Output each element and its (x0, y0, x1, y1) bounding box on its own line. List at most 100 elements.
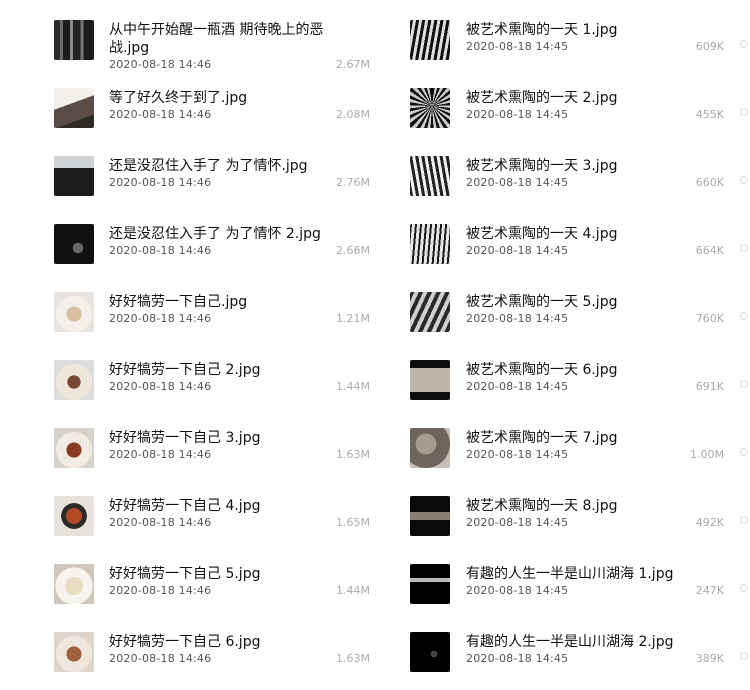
file-name[interactable]: 被艺术熏陶的一天 3.jpg (466, 157, 726, 175)
file-thumbnail[interactable] (54, 20, 94, 60)
file-size: 1.44M (336, 380, 370, 393)
file-date: 2020-08-18 14:45 (466, 108, 569, 121)
file-thumbnail[interactable] (410, 428, 450, 468)
file-name[interactable]: 有趣的人生一半是山川湖海 1.jpg (466, 565, 726, 583)
file-date: 2020-08-18 14:46 (109, 176, 212, 189)
file-row[interactable]: 等了好久终于到了.jpg 2020-08-18 14:46 2.08M (0, 86, 380, 146)
selection-indicator-icon[interactable] (740, 312, 748, 320)
file-row[interactable]: 好好犒劳一下自己 5.jpg 2020-08-18 14:46 1.44M (0, 562, 380, 622)
file-date: 2020-08-18 14:45 (466, 176, 569, 189)
file-size: 2.76M (336, 176, 370, 189)
file-name[interactable]: 好好犒劳一下自己 3.jpg (109, 429, 359, 447)
file-name[interactable]: 好好犒劳一下自己 6.jpg (109, 633, 359, 651)
file-date: 2020-08-18 14:45 (466, 448, 569, 461)
file-date: 2020-08-18 14:46 (109, 516, 212, 529)
file-name[interactable]: 好好犒劳一下自己 4.jpg (109, 497, 359, 515)
file-size: 2.08M (336, 108, 370, 121)
selection-indicator-icon[interactable] (740, 176, 748, 184)
file-date: 2020-08-18 14:46 (109, 244, 212, 257)
file-thumbnail[interactable] (54, 632, 94, 672)
file-date: 2020-08-18 14:46 (109, 108, 212, 121)
file-thumbnail[interactable] (410, 88, 450, 128)
file-row[interactable]: 还是没忍住入手了 为了情怀 2.jpg 2020-08-18 14:46 2.66M (0, 222, 380, 282)
file-thumbnail[interactable] (54, 224, 94, 264)
file-name[interactable]: 被艺术熏陶的一天 1.jpg (466, 21, 726, 39)
file-name[interactable]: 还是没忍住入手了 为了情怀 2.jpg (109, 225, 359, 243)
file-row[interactable]: 被艺术熏陶的一天 7.jpg 2020-08-18 14:45 1.00M (380, 426, 750, 486)
file-name[interactable]: 有趣的人生一半是山川湖海 2.jpg (466, 633, 726, 651)
file-thumbnail[interactable] (410, 496, 450, 536)
file-thumbnail[interactable] (410, 292, 450, 332)
file-size: 664K (695, 244, 724, 257)
file-name[interactable]: 好好犒劳一下自己 5.jpg (109, 565, 359, 583)
file-row[interactable]: 从中午开始醒一瓶酒 期待晚上的恶战.jpg 2020-08-18 14:46 2.6… (0, 18, 380, 78)
file-date: 2020-08-18 14:45 (466, 380, 569, 393)
file-row[interactable]: 好好犒劳一下自己 2.jpg 2020-08-18 14:46 1.44M (0, 358, 380, 418)
file-thumbnail[interactable] (54, 292, 94, 332)
selection-indicator-icon[interactable] (740, 448, 748, 456)
file-row[interactable]: 好好犒劳一下自己 6.jpg 2020-08-18 14:46 1.63M (0, 630, 380, 690)
selection-indicator-icon[interactable] (740, 584, 748, 592)
file-date: 2020-08-18 14:45 (466, 516, 569, 529)
file-name[interactable]: 被艺术熏陶的一天 6.jpg (466, 361, 726, 379)
file-row[interactable]: 好好犒劳一下自己 3.jpg 2020-08-18 14:46 1.63M (0, 426, 380, 486)
file-thumbnail[interactable] (54, 88, 94, 128)
file-row[interactable]: 有趣的人生一半是山川湖海 2.jpg 2020-08-18 14:45 389K (380, 630, 750, 690)
file-thumbnail[interactable] (54, 360, 94, 400)
file-name[interactable]: 还是没忍住入手了 为了情怀.jpg (109, 157, 359, 175)
file-name[interactable]: 被艺术熏陶的一天 7.jpg (466, 429, 726, 447)
file-row[interactable]: 被艺术熏陶的一天 2.jpg 2020-08-18 14:45 455K (380, 86, 750, 146)
file-date: 2020-08-18 14:45 (466, 244, 569, 257)
file-name[interactable]: 等了好久终于到了.jpg (109, 89, 359, 107)
file-row[interactable]: 好好犒劳一下自己 4.jpg 2020-08-18 14:46 1.65M (0, 494, 380, 554)
selection-indicator-icon[interactable] (740, 108, 748, 116)
file-thumbnail[interactable] (410, 360, 450, 400)
file-name[interactable]: 好好犒劳一下自己.jpg (109, 293, 359, 311)
file-row[interactable]: 有趣的人生一半是山川湖海 1.jpg 2020-08-18 14:45 247K (380, 562, 750, 622)
file-date: 2020-08-18 14:46 (109, 652, 212, 665)
file-thumbnail[interactable] (410, 224, 450, 264)
file-thumbnail[interactable] (54, 496, 94, 536)
file-size: 660K (695, 176, 724, 189)
selection-indicator-icon[interactable] (740, 380, 748, 388)
file-date: 2020-08-18 14:45 (466, 584, 569, 597)
file-row[interactable]: 被艺术熏陶的一天 6.jpg 2020-08-18 14:45 691K (380, 358, 750, 418)
file-name[interactable]: 好好犒劳一下自己 2.jpg (109, 361, 359, 379)
file-row[interactable]: 被艺术熏陶的一天 1.jpg 2020-08-18 14:45 609K (380, 18, 750, 78)
file-row[interactable]: 被艺术熏陶的一天 5.jpg 2020-08-18 14:45 760K (380, 290, 750, 350)
file-name[interactable]: 被艺术熏陶的一天 5.jpg (466, 293, 726, 311)
selection-indicator-icon[interactable] (740, 40, 748, 48)
file-row[interactable]: 被艺术熏陶的一天 4.jpg 2020-08-18 14:45 664K (380, 222, 750, 282)
file-size: 2.66M (336, 244, 370, 257)
selection-indicator-icon[interactable] (740, 244, 748, 252)
file-size: 609K (695, 40, 724, 53)
file-name[interactable]: 从中午开始醒一瓶酒 期待晚上的恶战.jpg (109, 21, 359, 57)
file-thumbnail[interactable] (54, 156, 94, 196)
file-size: 1.63M (336, 652, 370, 665)
file-row[interactable]: 被艺术熏陶的一天 3.jpg 2020-08-18 14:45 660K (380, 154, 750, 214)
file-size: 2.67M (336, 58, 370, 71)
file-size: 691K (695, 380, 724, 393)
file-thumbnail[interactable] (410, 20, 450, 60)
file-name[interactable]: 被艺术熏陶的一天 2.jpg (466, 89, 726, 107)
file-thumbnail[interactable] (410, 632, 450, 672)
file-date: 2020-08-18 14:46 (109, 58, 212, 71)
file-date: 2020-08-18 14:45 (466, 312, 569, 325)
file-size: 760K (695, 312, 724, 325)
file-thumbnail[interactable] (410, 156, 450, 196)
file-date: 2020-08-18 14:46 (109, 448, 212, 461)
file-size: 1.63M (336, 448, 370, 461)
file-row[interactable]: 被艺术熏陶的一天 8.jpg 2020-08-18 14:45 492K (380, 494, 750, 554)
file-row[interactable]: 还是没忍住入手了 为了情怀.jpg 2020-08-18 14:46 2.76M (0, 154, 380, 214)
file-row[interactable]: 好好犒劳一下自己.jpg 2020-08-18 14:46 1.21M (0, 290, 380, 350)
file-thumbnail[interactable] (54, 428, 94, 468)
file-name[interactable]: 被艺术熏陶的一天 4.jpg (466, 225, 726, 243)
file-size: 247K (695, 584, 724, 597)
file-size: 1.44M (336, 584, 370, 597)
selection-indicator-icon[interactable] (740, 652, 748, 660)
selection-indicator-icon[interactable] (740, 516, 748, 524)
file-thumbnail[interactable] (410, 564, 450, 604)
file-size: 1.21M (336, 312, 370, 325)
file-thumbnail[interactable] (54, 564, 94, 604)
file-name[interactable]: 被艺术熏陶的一天 8.jpg (466, 497, 726, 515)
